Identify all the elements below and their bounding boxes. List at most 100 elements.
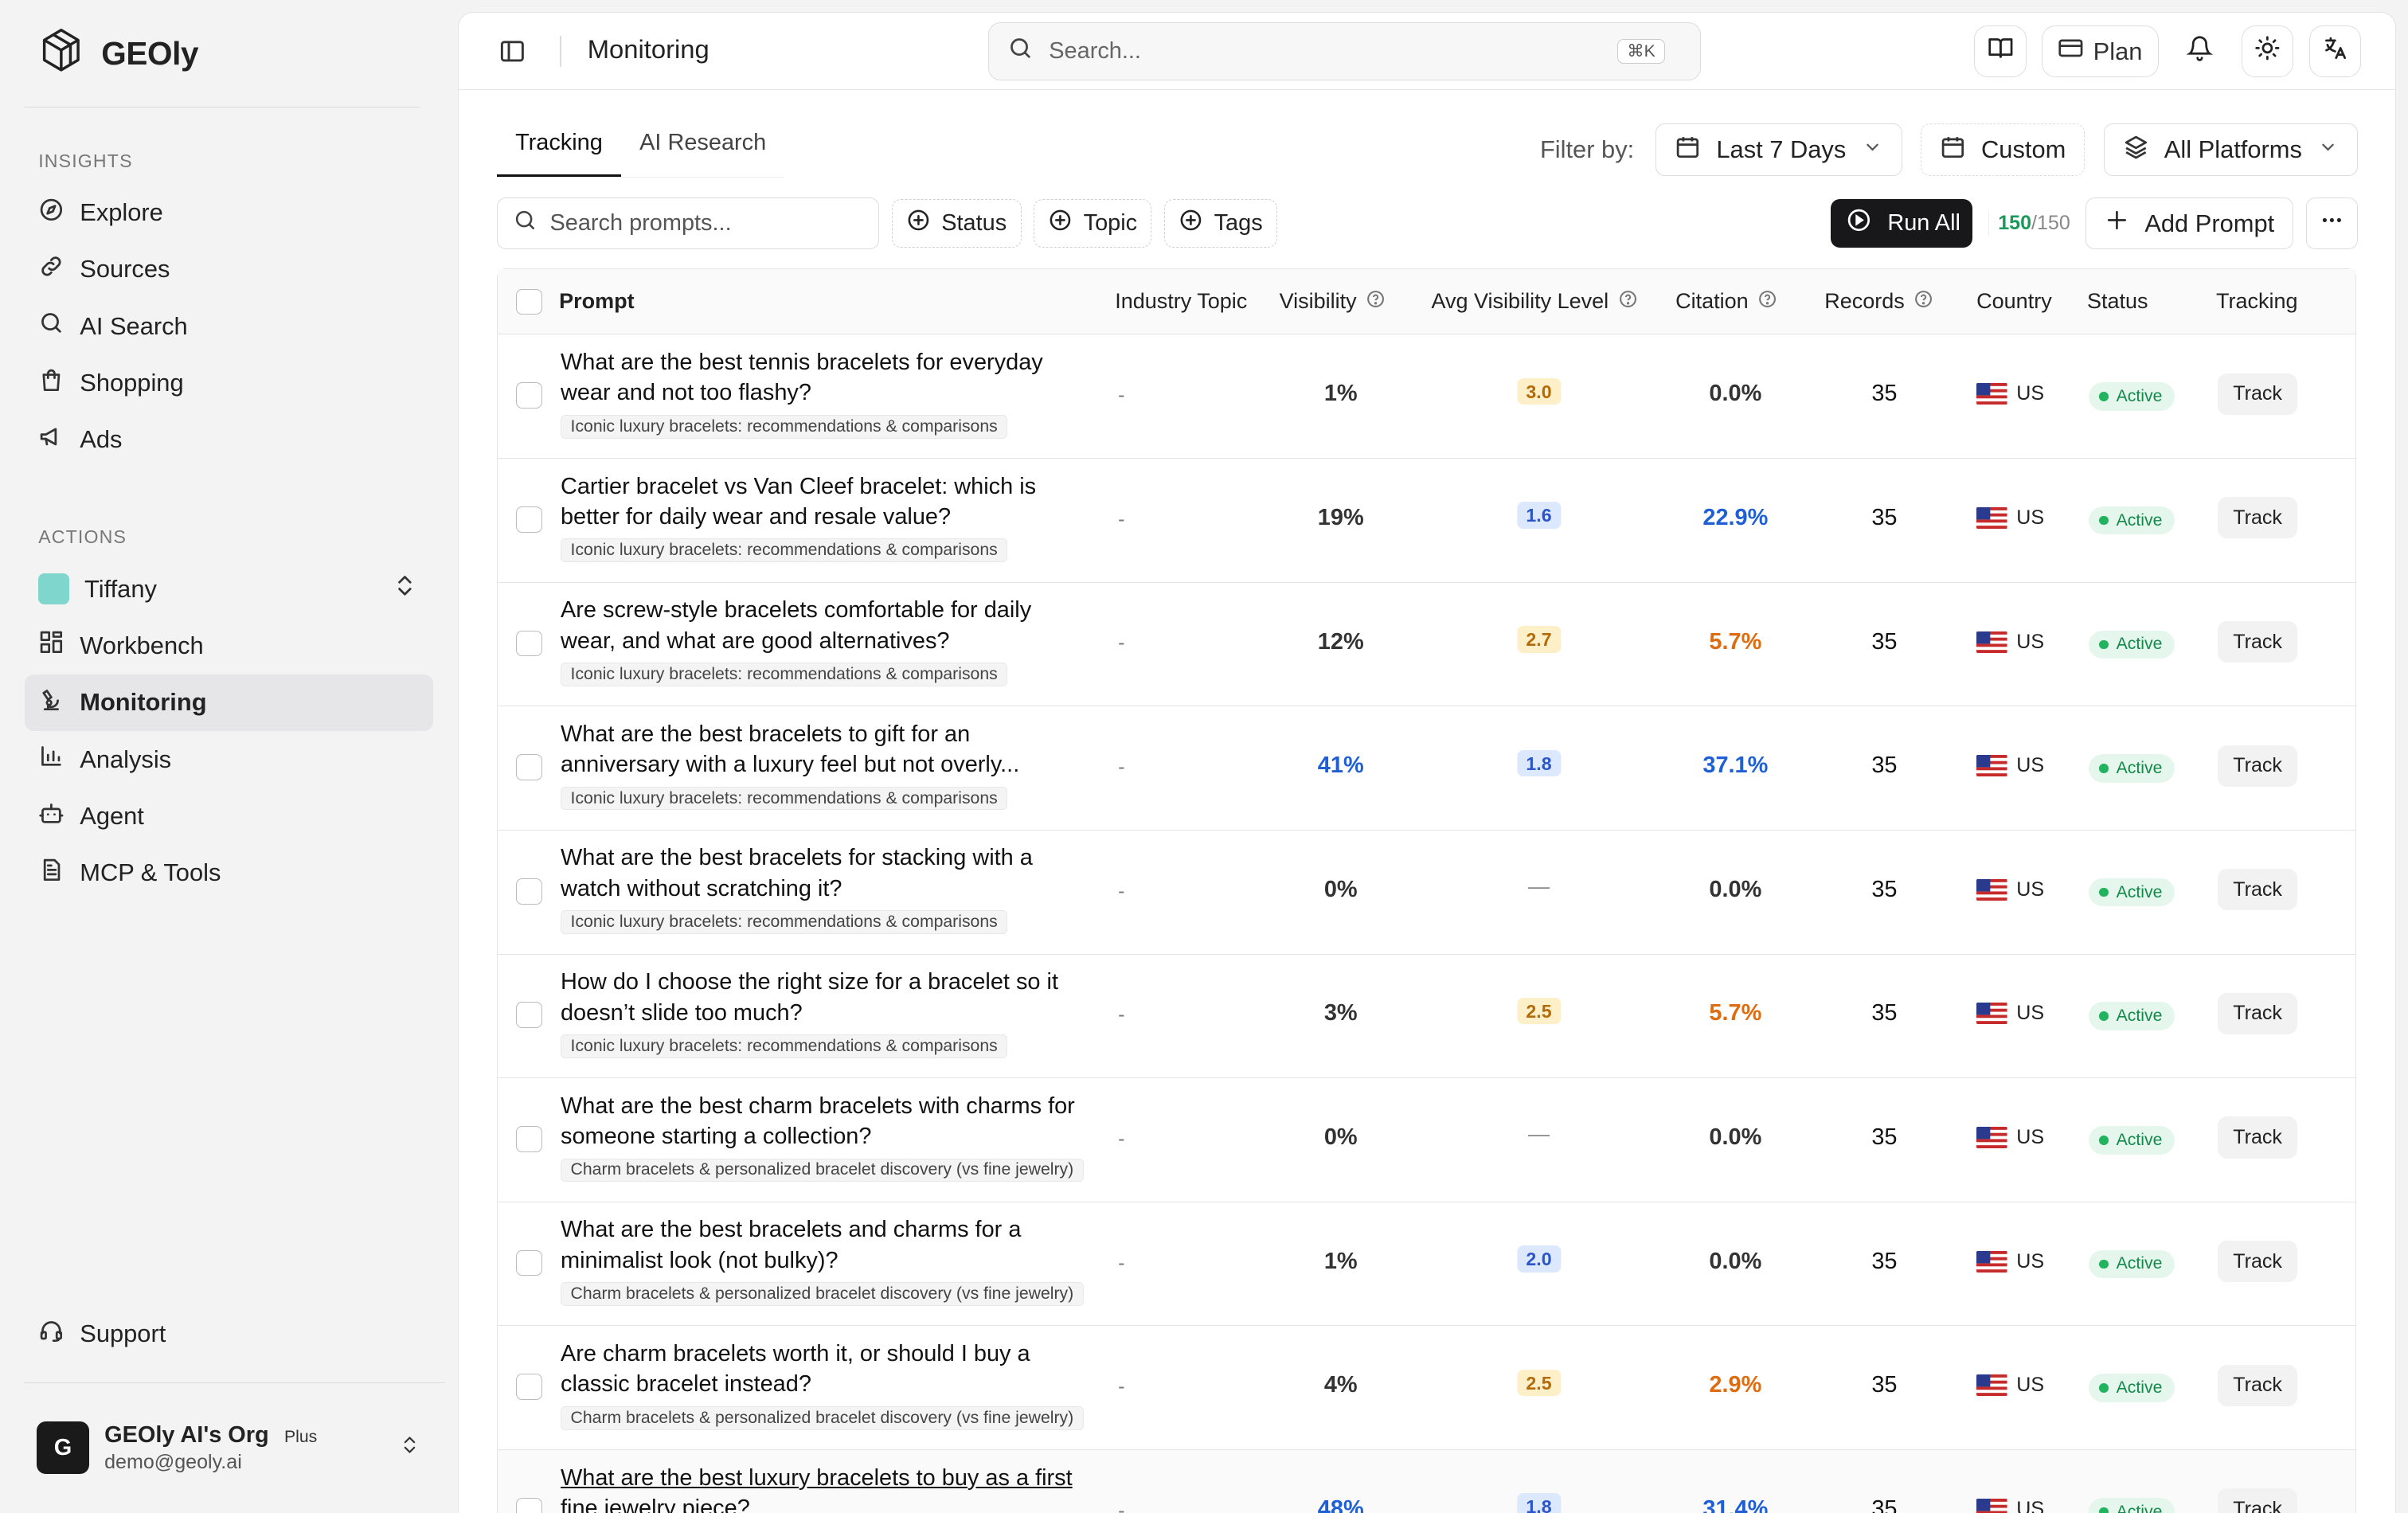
more-options-button[interactable]	[2305, 197, 2359, 250]
prompt-text[interactable]: Are charm bracelets worth it, or should …	[561, 1339, 1083, 1400]
prompt-text[interactable]: Cartier bracelet vs Van Cleef bracelet: …	[561, 471, 1083, 533]
filter-chip-status[interactable]: Status	[891, 198, 1022, 248]
row-checkbox[interactable]	[516, 1249, 542, 1276]
row-checkbox[interactable]	[516, 1126, 542, 1152]
prompt-text[interactable]: What are the best tennis bracelets for e…	[561, 347, 1083, 409]
country-code: US	[2016, 1497, 2045, 1513]
row-checkbox[interactable]	[516, 1497, 542, 1513]
platform-select[interactable]: All Platforms	[2103, 123, 2359, 176]
sidebar-item-support[interactable]: Support	[25, 1305, 433, 1362]
sidebar-item-agent[interactable]: Agent	[25, 788, 433, 844]
track-button[interactable]: Track	[2217, 745, 2298, 787]
table-row[interactable]: What are the best tennis bracelets for e…	[497, 334, 2356, 459]
prompt-search-input[interactable]	[549, 210, 858, 237]
avg-visibility-badge: —	[1528, 1122, 1550, 1147]
help-circle-icon[interactable]	[1366, 289, 1386, 315]
prompt-text[interactable]: What are the best bracelets to gift for …	[561, 719, 1083, 780]
select-all-checkbox[interactable]	[516, 288, 542, 315]
org-switcher[interactable]: Tiffany	[25, 561, 433, 617]
filter-chip-topic[interactable]: Topic	[1033, 198, 1152, 248]
table-row[interactable]: Are charm bracelets worth it, or should …	[497, 1326, 2356, 1451]
avg-visibility-badge: 2.7	[1516, 625, 1562, 653]
col-tracking[interactable]: Tracking	[2216, 289, 2298, 314]
table-row[interactable]: How do I choose the right size for a bra…	[497, 955, 2356, 1079]
sidebar-item-mcp-tools[interactable]: MCP & Tools	[25, 845, 433, 901]
sidebar-item-ai-search[interactable]: AI Search	[25, 298, 433, 354]
col-industry-topic[interactable]: Industry Topic	[1115, 289, 1247, 314]
prompt-text[interactable]: What are the best charm bracelets with c…	[561, 1091, 1083, 1152]
table-row[interactable]: What are the best bracelets to gift for …	[497, 706, 2356, 831]
track-button[interactable]: Track	[2217, 1488, 2298, 1513]
track-button[interactable]: Track	[2217, 497, 2298, 539]
table-row[interactable]: What are the best luxury bracelets to bu…	[497, 1450, 2356, 1513]
prompt-text[interactable]: What are the best luxury bracelets to bu…	[561, 1463, 1083, 1513]
run-all-button[interactable]: Run All	[1831, 198, 1973, 248]
track-button[interactable]: Track	[2217, 869, 2298, 911]
custom-range-button[interactable]: Custom	[1920, 123, 2086, 176]
prompt-text[interactable]: Are screw-style bracelets comfortable fo…	[561, 595, 1083, 656]
track-button[interactable]: Track	[2217, 1364, 2298, 1406]
row-checkbox[interactable]	[516, 382, 542, 409]
topic-tag: Iconic luxury bracelets: recommendations…	[560, 538, 1008, 563]
date-range-select[interactable]: Last 7 Days	[1656, 123, 1902, 176]
track-button[interactable]: Track	[2217, 1116, 2298, 1159]
table-row[interactable]: What are the best bracelets and charms f…	[497, 1202, 2356, 1327]
col-prompt[interactable]: Prompt	[559, 289, 635, 314]
row-checkbox[interactable]	[516, 630, 542, 657]
date-range-label: Last 7 Days	[1716, 135, 1847, 164]
records-value: 35	[1871, 753, 1898, 779]
row-checkbox[interactable]	[516, 1002, 542, 1029]
col-records[interactable]: Records	[1824, 289, 1933, 315]
brand[interactable]: GEOly	[24, 0, 421, 108]
row-checkbox[interactable]	[516, 506, 542, 533]
col-status[interactable]: Status	[2087, 289, 2148, 314]
table-row[interactable]: Cartier bracelet vs Van Cleef bracelet: …	[497, 459, 2356, 583]
sidebar-item-ads[interactable]: Ads	[25, 412, 433, 468]
col-visibility[interactable]: Visibility	[1280, 289, 1386, 315]
prompt-text[interactable]: What are the best bracelets for stacking…	[561, 843, 1083, 904]
help-circle-icon[interactable]	[1618, 289, 1638, 315]
sidebar-toggle-icon[interactable]	[498, 37, 526, 72]
sidebar-item-workbench[interactable]: Workbench	[25, 617, 433, 674]
track-button[interactable]: Track	[2217, 1241, 2298, 1283]
search-input[interactable]	[1049, 38, 1602, 65]
col-citation[interactable]: Citation	[1675, 289, 1777, 315]
visibility-value: 48%	[1317, 1495, 1364, 1513]
col-country[interactable]: Country	[1976, 289, 2052, 314]
track-button[interactable]: Track	[2217, 373, 2298, 415]
theme-toggle-button[interactable]	[2241, 25, 2294, 78]
table-row[interactable]: What are the best bracelets for stacking…	[497, 831, 2356, 955]
credit-card-icon	[2058, 35, 2084, 68]
topic-tag: Iconic luxury bracelets: recommendations…	[560, 1034, 1008, 1058]
tab-tracking[interactable]: Tracking	[496, 120, 621, 178]
track-button[interactable]: Track	[2217, 620, 2298, 663]
global-search[interactable]: ⌘K	[988, 22, 1701, 81]
filter-chip-tags[interactable]: Tags	[1163, 198, 1277, 248]
row-checkbox[interactable]	[516, 1374, 542, 1401]
row-checkbox[interactable]	[516, 878, 542, 905]
table-row[interactable]: Are screw-style bracelets comfortable fo…	[497, 583, 2356, 707]
help-circle-icon[interactable]	[1757, 289, 1777, 315]
plan-button[interactable]: Plan	[2042, 25, 2159, 78]
sidebar-item-sources[interactable]: Sources	[25, 241, 433, 298]
sidebar-item-explore[interactable]: Explore	[25, 184, 433, 240]
prompt-text[interactable]: How do I choose the right size for a bra…	[561, 967, 1083, 1028]
topic-tag: Charm bracelets & personalized bracelet …	[560, 1282, 1084, 1306]
docs-button[interactable]	[1974, 25, 2027, 78]
prompt-text[interactable]: What are the best bracelets and charms f…	[561, 1214, 1083, 1276]
sidebar-item-analysis[interactable]: Analysis	[25, 731, 433, 788]
sidebar-item-shopping[interactable]: Shopping	[25, 354, 433, 411]
track-button[interactable]: Track	[2217, 992, 2298, 1034]
prompt-search[interactable]	[496, 197, 880, 250]
sidebar-item-monitoring[interactable]: Monitoring	[24, 674, 433, 731]
row-checkbox[interactable]	[516, 754, 542, 780]
help-circle-icon[interactable]	[1914, 289, 1933, 315]
bell-icon	[2186, 35, 2214, 68]
language-button[interactable]	[2308, 25, 2362, 78]
user-menu[interactable]: G GEOly AI's Org Plus demo@geoly.ai	[24, 1382, 446, 1513]
tab-ai-research[interactable]: AI Research	[621, 120, 784, 177]
col-avg-visibility[interactable]: Avg Visibility Level	[1432, 289, 1638, 315]
notifications-button[interactable]	[2173, 25, 2226, 78]
add-prompt-button[interactable]: Add Prompt	[2086, 197, 2294, 250]
table-row[interactable]: What are the best charm bracelets with c…	[497, 1078, 2356, 1202]
